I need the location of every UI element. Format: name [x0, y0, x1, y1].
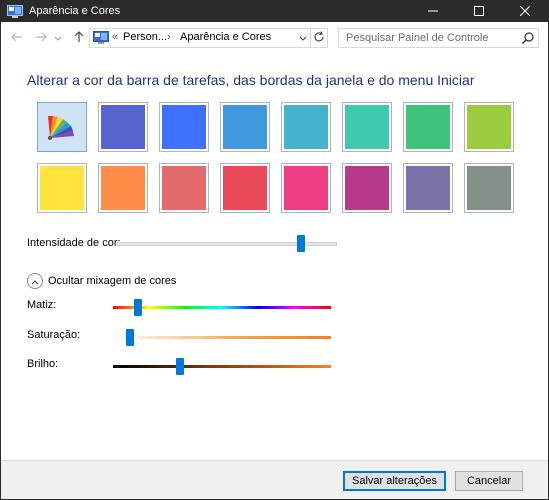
- title-bar: Aparência e Cores: [1, 1, 548, 22]
- chevron-down-icon: [54, 31, 62, 45]
- breadcrumb-overflow[interactable]: «: [112, 31, 118, 43]
- swatch-gray-green[interactable]: [464, 163, 514, 213]
- window-title: Aparência e Cores: [29, 5, 121, 17]
- swatch-mint[interactable]: [342, 102, 392, 152]
- swatch-sky[interactable]: [220, 102, 270, 152]
- swatch-pink[interactable]: [281, 163, 331, 213]
- saturation-slider-thumb[interactable]: [125, 329, 134, 346]
- swatch-orange[interactable]: [98, 163, 148, 213]
- minimize-icon: [428, 5, 438, 19]
- swatch-lavender[interactable]: [403, 163, 453, 213]
- color-fan-icon: [44, 108, 80, 147]
- refresh-button[interactable]: [310, 28, 328, 48]
- swatch-fill: [345, 105, 389, 149]
- chevron-down-icon: [299, 31, 307, 45]
- swatch-fill: [406, 105, 450, 149]
- swatch-green[interactable]: [403, 102, 453, 152]
- button-bar: Salvar alterações Cancelar: [1, 460, 548, 499]
- control-panel-icon: [93, 31, 109, 45]
- mixer-toggle-label[interactable]: Ocultar mixagem de cores: [48, 275, 176, 287]
- swatch-blue-violet[interactable]: [98, 102, 148, 152]
- swatch-lime[interactable]: [464, 102, 514, 152]
- address-bar[interactable]: « Person... › Aparência e Cores: [89, 28, 311, 48]
- swatch-fill: [101, 105, 145, 149]
- recent-locations-button[interactable]: [53, 30, 63, 46]
- control-panel-icon: [7, 5, 23, 18]
- forward-button[interactable]: [33, 30, 49, 46]
- brightness-label: Brilho:: [27, 358, 59, 370]
- swatch-fill: [467, 166, 511, 210]
- swatch-fill: [284, 166, 328, 210]
- close-icon: [519, 5, 531, 19]
- arrow-right-icon: [35, 31, 47, 45]
- back-button[interactable]: [9, 30, 25, 46]
- page-title: Alterar a cor da barra de tarefas, das b…: [27, 72, 475, 88]
- brightness-slider[interactable]: [113, 365, 331, 368]
- swatch-red[interactable]: [220, 163, 270, 213]
- swatch-fill: [40, 105, 84, 149]
- swatch-yellow[interactable]: [37, 163, 87, 213]
- saturation-slider[interactable]: [113, 336, 331, 339]
- window: Aparência e Cores « Person... › Aparênci…: [0, 0, 549, 500]
- swatch-fill: [345, 166, 389, 210]
- breadcrumb-item[interactable]: Person...: [123, 31, 167, 43]
- arrow-up-icon: [74, 30, 84, 46]
- breadcrumb-item[interactable]: Aparência e Cores: [180, 31, 271, 43]
- swatch-fill: [40, 166, 84, 210]
- navigation-bar: « Person... › Aparência e Cores Pesquisa…: [1, 22, 548, 56]
- swatch-fill: [406, 166, 450, 210]
- minimize-button[interactable]: [410, 1, 456, 22]
- swatch-magenta[interactable]: [342, 163, 392, 213]
- hue-label: Matiz:: [27, 299, 57, 311]
- close-button[interactable]: [502, 1, 548, 22]
- intensity-label: Intensidade de cor:: [27, 237, 121, 249]
- address-dropdown-button[interactable]: [297, 31, 309, 45]
- intensity-slider-thumb[interactable]: [297, 235, 306, 252]
- save-button[interactable]: Salvar alterações: [343, 471, 446, 491]
- swatch-salmon[interactable]: [159, 163, 209, 213]
- hue-slider[interactable]: [113, 306, 331, 309]
- collapse-mixer-button[interactable]: [27, 273, 43, 289]
- swatch-fill: [162, 166, 206, 210]
- breadcrumb-separator[interactable]: ›: [167, 31, 171, 43]
- maximize-button[interactable]: [456, 1, 502, 22]
- chevron-up-icon: [31, 274, 39, 288]
- search-box[interactable]: Pesquisar Painel de Controle: [338, 28, 539, 48]
- swatch-fill: [284, 105, 328, 149]
- maximize-icon: [474, 5, 484, 19]
- swatch-teal[interactable]: [281, 102, 331, 152]
- hue-slider-thumb[interactable]: [134, 299, 142, 316]
- refresh-icon: [313, 30, 325, 46]
- up-button[interactable]: [71, 30, 87, 46]
- swatch-fill: [162, 105, 206, 149]
- swatch-fill: [223, 105, 267, 149]
- search-icon[interactable]: [521, 31, 535, 45]
- swatch-automatic[interactable]: [37, 102, 87, 152]
- cancel-button[interactable]: Cancelar: [455, 471, 523, 491]
- swatch-fill: [223, 166, 267, 210]
- arrow-left-icon: [11, 31, 23, 45]
- swatch-fill: [467, 105, 511, 149]
- swatch-blue[interactable]: [159, 102, 209, 152]
- search-placeholder: Pesquisar Painel de Controle: [346, 32, 489, 44]
- swatch-fill: [101, 166, 145, 210]
- saturation-label: Saturação:: [27, 329, 81, 341]
- brightness-slider-thumb[interactable]: [176, 358, 184, 375]
